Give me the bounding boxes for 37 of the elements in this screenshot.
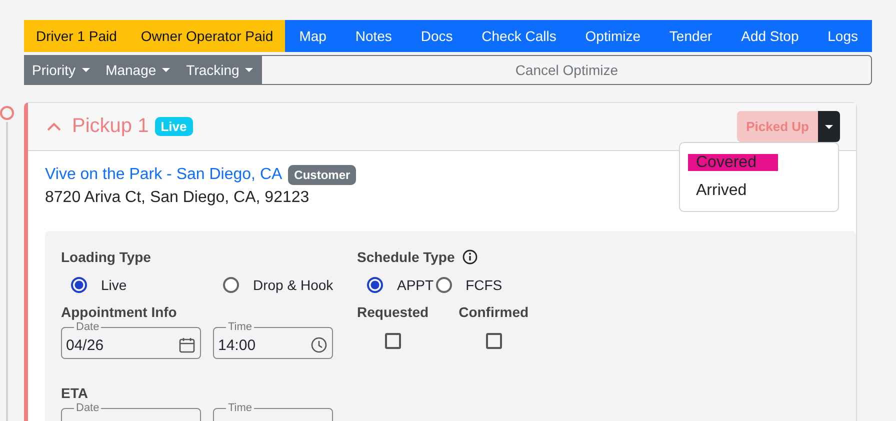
live-badge: Live [154, 117, 193, 136]
section-label: Loading Type [61, 249, 152, 265]
location-link[interactable]: Vive on the Park - San Diego, CA [45, 166, 282, 184]
status-button[interactable]: Owner Operator Paid [128, 20, 286, 52]
date-field[interactable]: Date [61, 403, 201, 421]
checkbox-label: Requested [357, 304, 429, 320]
checkbox-label: Confirmed [458, 304, 529, 320]
caret-icon [162, 68, 170, 72]
checkbox[interactable] [486, 333, 502, 349]
cancel-optimize-button[interactable]: Cancel Optimize [261, 55, 872, 85]
address-text: 8720 Ariva Ct, San Diego, CA, 92123 [45, 189, 310, 207]
calendar-icon [178, 336, 196, 354]
date-field[interactable]: Date 04/26 [61, 322, 201, 359]
stop-title: Pickup 1 [72, 115, 149, 138]
radio-option[interactable]: Live [71, 275, 223, 295]
caret-icon [82, 68, 90, 72]
timeline-dot [0, 106, 14, 120]
dropdown-button[interactable]: Tracking [178, 55, 262, 85]
checkbox[interactable] [384, 333, 401, 349]
info-icon[interactable] [462, 249, 478, 265]
dropdown-button[interactable]: Manage [98, 55, 178, 85]
radio-option[interactable]: Drop & Hook [223, 275, 334, 295]
dropdown-toggle[interactable] [818, 111, 840, 142]
status-button[interactable]: Driver 1 Paid [24, 20, 129, 52]
section-label: ETA [61, 385, 89, 401]
dropdown-button[interactable]: Priority [24, 55, 98, 85]
section-label: Schedule Type [357, 249, 455, 265]
caret-icon [245, 68, 254, 72]
time-field[interactable]: Time 14:00 [213, 322, 333, 359]
radio-option[interactable]: APPT [367, 275, 434, 295]
section-label: Appointment Info [61, 304, 178, 320]
customer-badge: Customer [288, 165, 356, 185]
menu-item[interactable]: Arrived [680, 177, 838, 205]
clock-icon [310, 336, 328, 354]
menu-item[interactable]: Covered [680, 149, 838, 177]
time-field[interactable]: Time [213, 403, 333, 421]
radio-option[interactable]: FCFS [436, 275, 502, 295]
